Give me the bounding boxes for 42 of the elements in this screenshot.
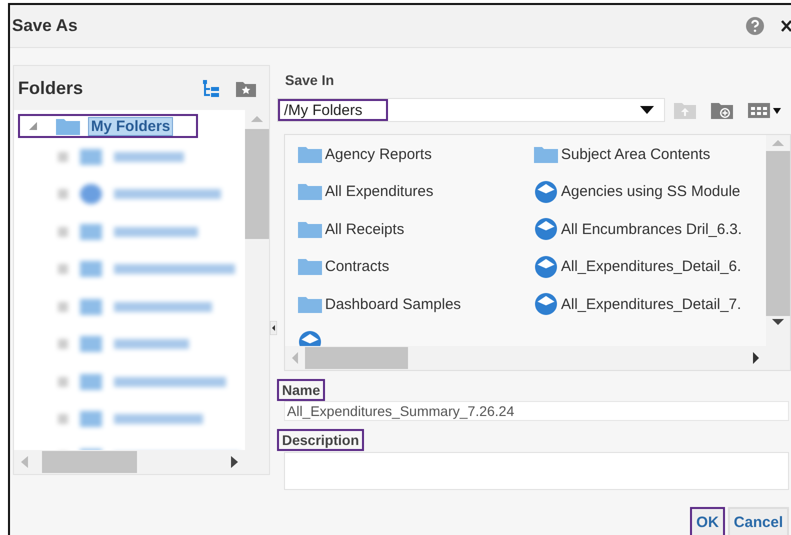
- close-icon[interactable]: [781, 19, 791, 33]
- name-field[interactable]: All_Expenditures_Summary_7.26.24: [284, 401, 789, 421]
- dashboard-icon: [534, 254, 558, 278]
- description-field[interactable]: [284, 452, 789, 490]
- horizontal-scrollbar[interactable]: [285, 346, 766, 370]
- file-item[interactable]: All Encumbrances Dril_6.3.: [534, 216, 766, 242]
- file-item[interactable]: Dashboard Samples: [298, 291, 534, 317]
- file-item[interactable]: Contracts: [298, 254, 534, 280]
- folder-icon: [298, 296, 322, 312]
- file-item[interactable]: All_Expenditures_Detail_6.: [534, 254, 766, 280]
- window-title: Save As: [12, 16, 78, 36]
- tree-view-icon[interactable]: [201, 78, 221, 98]
- file-item[interactable]: Agencies using SS Module: [534, 178, 766, 204]
- save-in-dropdown[interactable]: /My Folders: [277, 98, 665, 122]
- folder-icon: [298, 146, 322, 162]
- file-item[interactable]: All Expenditures: [298, 178, 534, 204]
- help-icon[interactable]: [745, 16, 765, 36]
- folder-icon: [298, 183, 322, 200]
- dashboard-icon: [534, 217, 558, 241]
- file-item[interactable]: All Receipts: [298, 216, 534, 242]
- folder-icon: [56, 118, 80, 134]
- folder-icon: [298, 220, 322, 238]
- dialog-button[interactable]: Cancel: [728, 507, 789, 535]
- grid-view-icon[interactable]: [747, 100, 781, 120]
- folder-icon: [534, 146, 558, 162]
- collapse-handle[interactable]: [270, 321, 277, 335]
- scrollbar[interactable]: [766, 135, 790, 370]
- field-label: Name: [277, 379, 326, 401]
- file-item[interactable]: Agency Reports: [298, 141, 534, 167]
- expand-icon[interactable]: [28, 121, 38, 131]
- new-folder-icon[interactable]: [710, 100, 734, 120]
- file-item[interactable]: All_Expenditures_Detail_7.: [534, 291, 766, 317]
- panel-title: Folders: [18, 78, 84, 98]
- field-label: Save In: [285, 72, 336, 88]
- dashboard-icon: [534, 180, 558, 204]
- file-item[interactable]: Subject Area Contents: [534, 141, 766, 167]
- tree-item[interactable]: My Folders: [18, 114, 198, 138]
- folder-icon: [298, 258, 322, 275]
- dropdown-arrow-icon[interactable]: [640, 105, 654, 115]
- dialog-button[interactable]: OK: [690, 507, 725, 535]
- field-label: Description: [277, 429, 364, 451]
- dashboard-icon: [534, 292, 558, 316]
